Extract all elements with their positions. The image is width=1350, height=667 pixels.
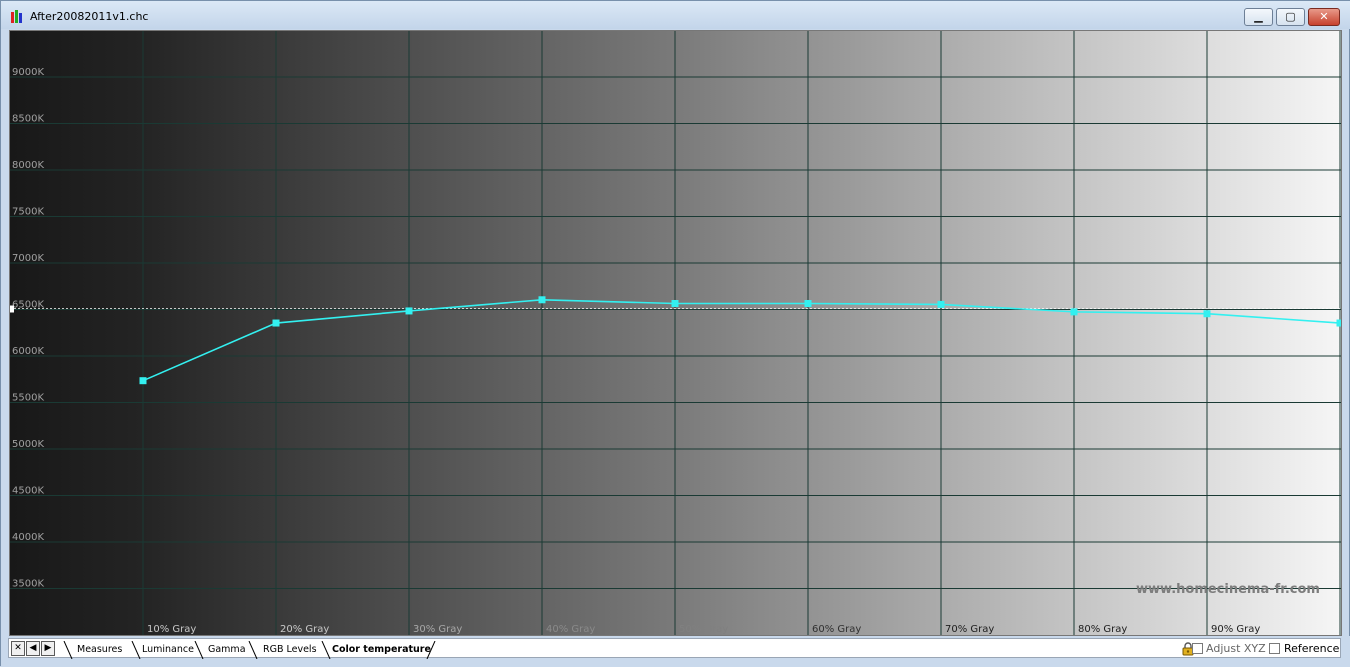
x-tick-label: 60% Gray <box>812 624 861 635</box>
tab-separator <box>248 641 258 659</box>
window-title: After20082011v1.chc <box>30 10 149 23</box>
tab-separator <box>131 641 141 659</box>
y-tick-label: 4500K <box>12 486 44 497</box>
tab-separator <box>194 641 204 659</box>
minimize-icon: ▁ <box>1254 10 1263 23</box>
y-tick-label: 7000K <box>12 253 44 264</box>
y-tick-label: 5000K <box>12 439 44 450</box>
chart-svg: 9000K8500K8000K7500K7000K6500K6000K5500K… <box>10 31 1341 635</box>
data-point <box>671 300 679 307</box>
y-tick-label: 4000K <box>12 532 44 543</box>
tab-luminance[interactable]: Luminance <box>142 642 194 658</box>
y-tick-label: 3500K <box>12 579 44 590</box>
adjust-xyz-checkbox[interactable] <box>1192 643 1203 654</box>
tab-bar: ✕ ◀ ▶ Measures Luminance Gamma RGB Level… <box>1 636 1350 667</box>
next-tab-button[interactable]: ▶ <box>41 641 55 656</box>
x-tick-label: 50% Gray <box>679 624 728 635</box>
data-point <box>538 296 546 304</box>
color-temperature-chart[interactable]: 9000K 8500K 8000K 7500K 7000K 6500K 6000K 5500K… <box>9 30 1342 636</box>
tab-measures[interactable]: Measures <box>77 642 122 658</box>
data-point <box>405 307 413 315</box>
data-point <box>937 300 945 308</box>
tab-color-temperature[interactable]: Color temperature <box>332 642 431 658</box>
close-icon: ✕ <box>1319 10 1329 23</box>
adjust-xyz-label: Adjust XYZ <box>1206 642 1266 655</box>
data-point <box>1336 319 1341 327</box>
tab-rgb-levels[interactable]: RGB Levels <box>263 642 317 658</box>
watermark: www.homecinema-fr.com <box>1136 582 1320 597</box>
x-tick-label: 30% Gray <box>413 624 462 635</box>
reference-checkbox[interactable] <box>1269 643 1280 654</box>
title-bar[interactable]: After20082011v1.chc ▁ ▢ ✕ <box>1 1 1350 29</box>
prev-tab-button[interactable]: ◀ <box>26 641 40 656</box>
x-tick-label: 90% Gray <box>1211 624 1260 635</box>
tab-separator <box>63 641 73 659</box>
tab-gamma[interactable]: Gamma <box>208 642 246 658</box>
x-tick-label: 20% Gray <box>280 624 329 635</box>
tab-strip: ✕ ◀ ▶ Measures Luminance Gamma RGB Level… <box>8 638 1341 659</box>
application-window: After20082011v1.chc ▁ ▢ ✕ 9000K 8500K 8000… <box>0 0 1350 667</box>
close-small-icon: ✕ <box>14 643 22 653</box>
y-tick-label: 5500K <box>12 393 44 404</box>
x-tick-label: 80% Gray <box>1078 624 1127 635</box>
data-point <box>139 377 147 385</box>
data-point <box>804 300 812 307</box>
data-point <box>272 319 280 327</box>
data-point <box>1070 308 1078 316</box>
reference-label: Reference <box>1284 642 1340 655</box>
reference-marker <box>10 305 14 313</box>
y-tick-label: 8000K <box>12 160 44 171</box>
arrow-right-icon: ▶ <box>44 643 52 653</box>
x-tick-label: 10% Gray <box>147 624 196 635</box>
maximize-icon: ▢ <box>1285 10 1296 23</box>
app-icon <box>11 10 22 23</box>
close-tab-button[interactable]: ✕ <box>11 641 25 656</box>
x-axis-labels: 10% Gray 20% Gray 30% Gray 40% Gray 50% Gray… <box>147 624 1260 635</box>
tab-separator <box>426 641 436 659</box>
minimize-button[interactable]: ▁ <box>1244 8 1273 26</box>
close-button[interactable]: ✕ <box>1308 8 1340 26</box>
arrow-left-icon: ◀ <box>29 643 37 653</box>
x-tick-label: 70% Gray <box>945 624 994 635</box>
y-tick-label: 7500K <box>12 207 44 218</box>
maximize-button[interactable]: ▢ <box>1276 8 1305 26</box>
x-tick-label: 40% Gray <box>546 624 595 635</box>
y-tick-label: 9000K <box>12 67 44 78</box>
data-point <box>1203 310 1211 318</box>
y-tick-label: 6000K <box>12 346 44 357</box>
tab-separator <box>321 641 331 659</box>
y-tick-label: 8500K <box>12 114 44 125</box>
